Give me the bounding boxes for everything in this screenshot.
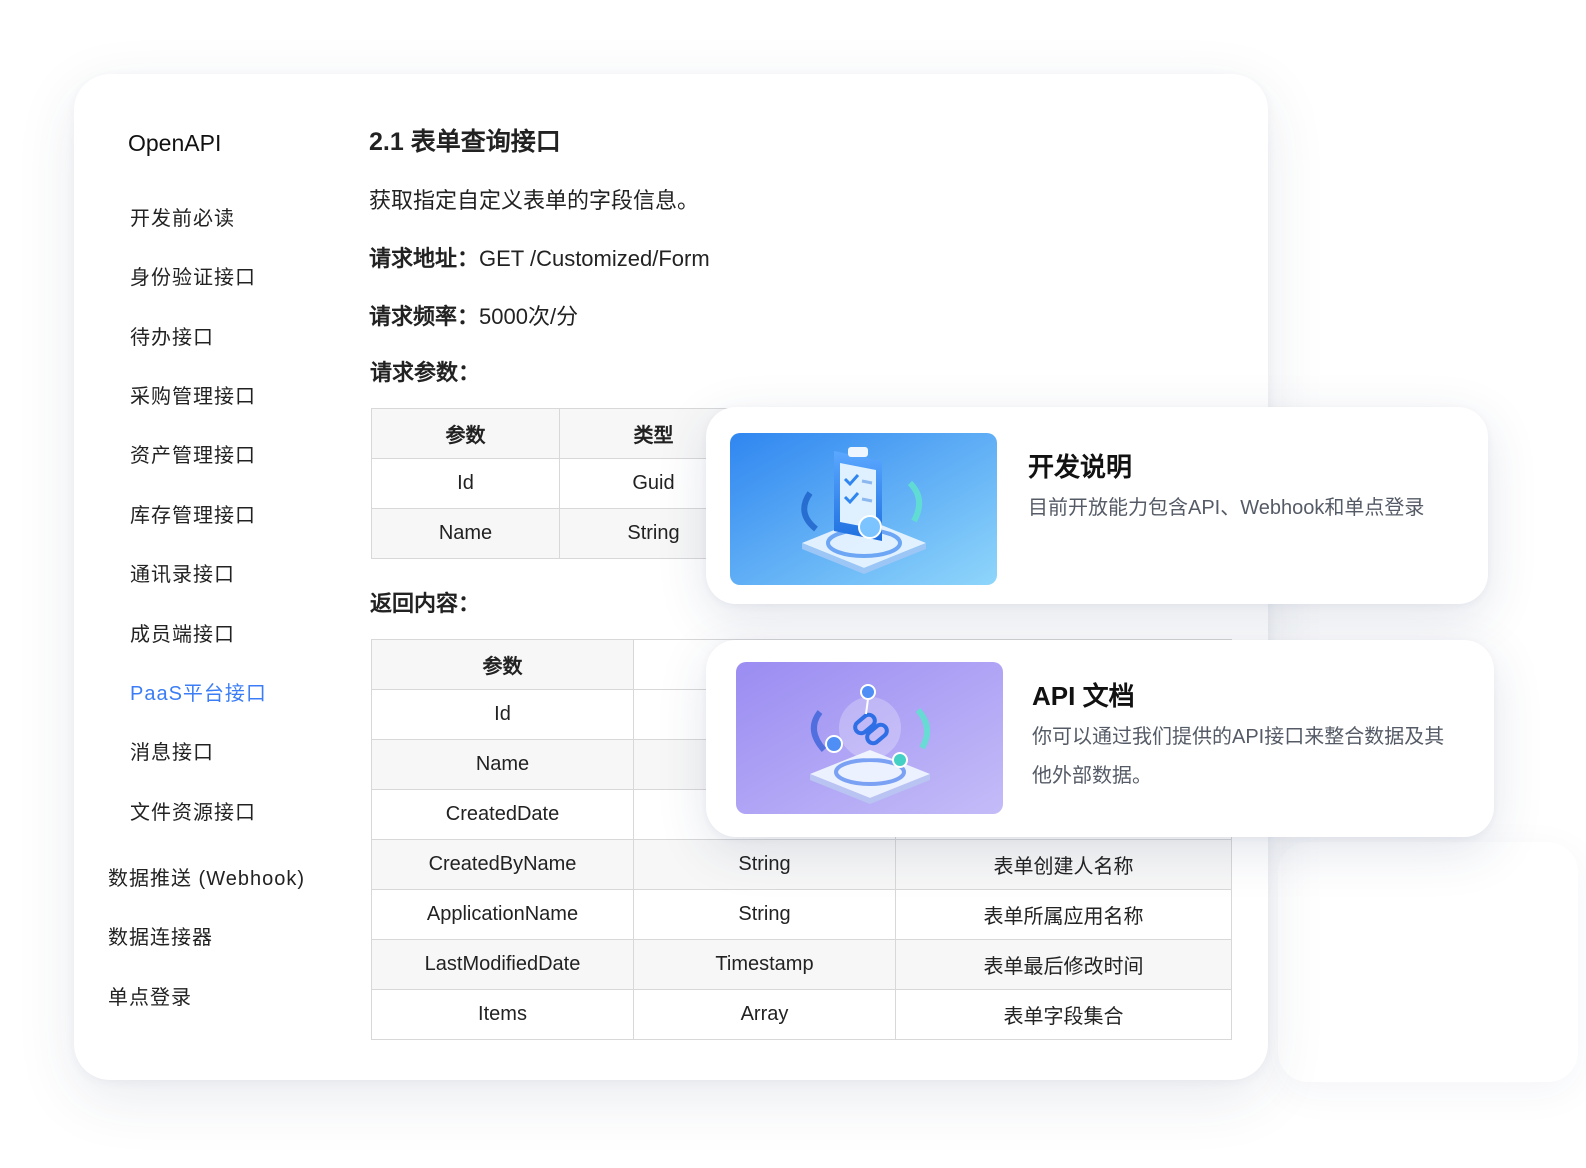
table-row: Id Guid	[371, 458, 748, 509]
params-header-param: 参数	[371, 408, 560, 459]
return-header-param: 参数	[371, 639, 634, 690]
table-cell: Timestamp	[633, 939, 896, 990]
table-row: Name String	[371, 508, 748, 559]
table-cell: CreatedDate	[371, 789, 634, 840]
table-row: CreatedByName String 表单创建人名称	[371, 839, 1232, 890]
background-card-shadow	[1278, 842, 1578, 1082]
table-cell: Name	[371, 739, 634, 790]
dev-guide-title: 开发说明	[1028, 452, 1133, 482]
page-description: 获取指定自定义表单的字段信息。	[369, 188, 700, 213]
request-url-row: 请求地址：GET /Customized/Form	[369, 241, 710, 273]
table-cell: 表单所属应用名称	[895, 889, 1232, 940]
api-docs-text: 你可以通过我们提供的API接口来整合数据及其他外部数据。	[1032, 726, 1445, 787]
sidebar-item-message[interactable]: 消息接口	[130, 736, 214, 765]
dev-guide-card[interactable]: 开发说明 目前开放能力包含API、Webhook和单点登录	[706, 407, 1488, 604]
table-cell: 表单最后修改时间	[895, 939, 1232, 990]
sidebar-item-auth[interactable]: 身份验证接口	[130, 261, 256, 290]
params-section-label: 请求参数：	[370, 360, 481, 385]
table-cell: 表单字段集合	[895, 989, 1232, 1040]
request-rate-value: 5000次/分	[479, 304, 579, 329]
sidebar-item-contacts[interactable]: 通讯录接口	[130, 558, 235, 587]
request-rate-row: 请求频率：5000次/分	[369, 299, 578, 331]
sidebar-item-todo[interactable]: 待办接口	[130, 321, 214, 350]
table-cell: Items	[371, 989, 634, 1040]
request-url-label: 请求地址：	[369, 246, 480, 271]
table-cell: CreatedByName	[371, 839, 634, 890]
clipboard-checklist-icon	[730, 433, 997, 585]
dev-guide-text: 目前开放能力包含API、Webhook和单点登录	[1028, 497, 1425, 519]
link-chain-icon	[736, 662, 1003, 814]
sidebar-item-inventory[interactable]: 库存管理接口	[130, 499, 256, 528]
sidebar-item-sso[interactable]: 单点登录	[108, 981, 192, 1010]
api-docs-card[interactable]: API 文档 你可以通过我们提供的API接口来整合数据及其他外部数据。	[706, 640, 1494, 837]
table-cell: Id	[371, 689, 634, 740]
sidebar-title: OpenAPI	[128, 130, 222, 156]
table-cell: Array	[633, 989, 896, 1040]
table-cell: Id	[371, 458, 560, 509]
page-title: 2.1 表单查询接口	[369, 128, 561, 156]
table-cell: Name	[371, 508, 560, 559]
sidebar-item-procurement[interactable]: 采购管理接口	[130, 380, 256, 409]
request-url-value: GET /Customized/Form	[479, 246, 710, 271]
table-row: LastModifiedDate Timestamp 表单最后修改时间	[371, 939, 1232, 990]
table-row: ApplicationName String 表单所属应用名称	[371, 889, 1232, 940]
return-section-label: 返回内容：	[370, 591, 481, 616]
sidebar-item-paas[interactable]: PaaS平台接口	[130, 677, 267, 706]
request-rate-label: 请求频率：	[369, 304, 480, 329]
table-cell: LastModifiedDate	[371, 939, 634, 990]
table-row: Items Array 表单字段集合	[371, 989, 1232, 1040]
sidebar-item-webhook[interactable]: 数据推送 (Webhook)	[108, 862, 305, 891]
table-cell: 表单创建人名称	[895, 839, 1232, 890]
sidebar-item-files[interactable]: 文件资源接口	[130, 796, 256, 825]
sidebar-item-member[interactable]: 成员端接口	[130, 618, 235, 647]
table-cell: String	[633, 839, 896, 890]
sidebar-item-connector[interactable]: 数据连接器	[108, 921, 213, 950]
params-table: 参数 类型 Id Guid Name String	[371, 408, 748, 559]
table-cell: ApplicationName	[371, 889, 634, 940]
table-cell: String	[633, 889, 896, 940]
api-docs-title: API 文档	[1032, 681, 1135, 711]
sidebar-item-assets[interactable]: 资产管理接口	[130, 439, 256, 468]
sidebar-item-dev-readme[interactable]: 开发前必读	[130, 202, 235, 231]
